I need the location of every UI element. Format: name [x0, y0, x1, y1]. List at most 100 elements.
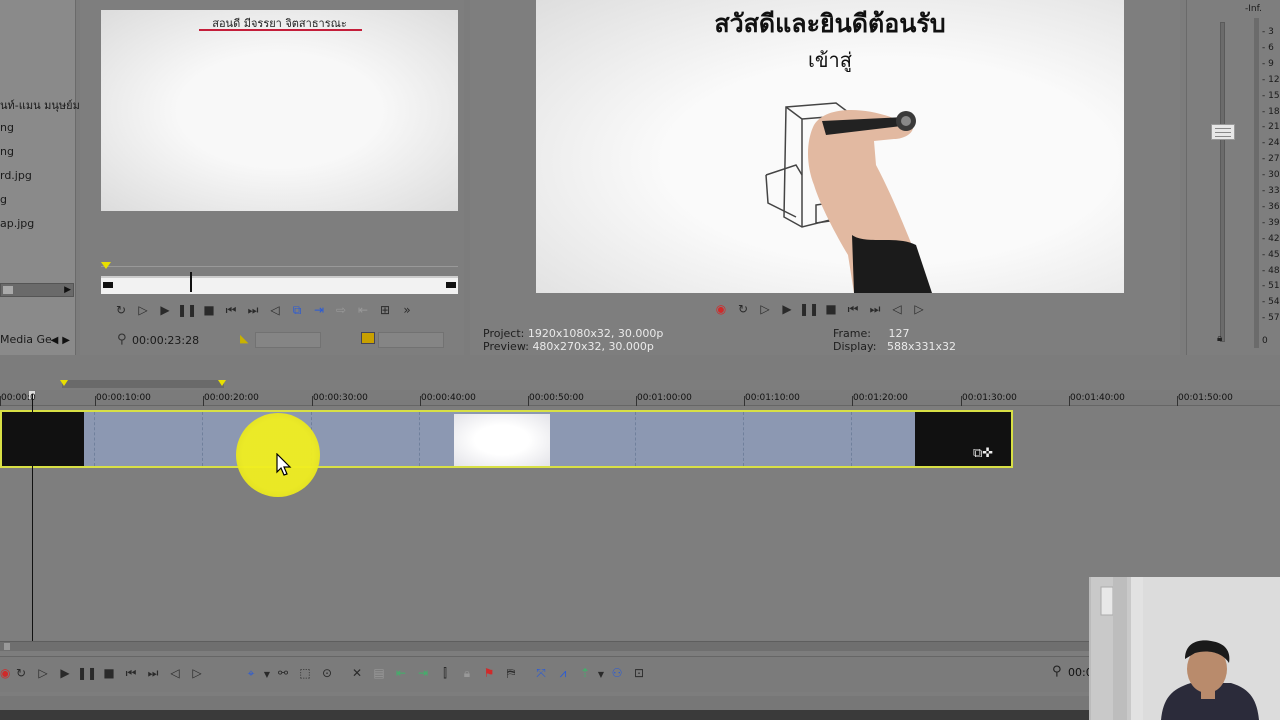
project-info: Project: 1920x1080x32, 30.000p Preview: …	[483, 327, 663, 353]
auto-crossfade-icon[interactable]: ⩘	[552, 663, 574, 683]
tab-scroll-arrows-icon[interactable]: ◀▶	[51, 335, 74, 346]
selection-length-field[interactable]	[378, 332, 444, 348]
prev-frame-icon[interactable]: ◁	[886, 299, 908, 319]
media-file-item[interactable]: ng	[0, 145, 14, 158]
ruler-label: 00:01:40:00	[1070, 393, 1125, 403]
selection-start-field[interactable]	[255, 332, 321, 348]
prev-icon[interactable]: ⏮	[120, 663, 142, 683]
display-label: Display:	[833, 340, 877, 353]
master-fader-track[interactable]	[1220, 22, 1225, 342]
dropdown-icon[interactable]: ▼	[596, 665, 606, 685]
loop-icon[interactable]: ↻	[10, 663, 32, 683]
media-file-item[interactable]: ng	[0, 121, 14, 134]
video-event-clip[interactable]	[0, 410, 1013, 468]
next-icon[interactable]: ⏭	[864, 299, 886, 319]
clip-fx-icons[interactable]: ⧉✜	[973, 446, 993, 461]
scrollbar-thumb[interactable]	[3, 286, 13, 294]
ignore-grouping-icon[interactable]: ⊡	[628, 663, 650, 683]
meter-tick-label: - 48	[1262, 265, 1280, 276]
lock-envelopes-icon[interactable]: ⚇	[606, 663, 628, 683]
trim-start-icon[interactable]: ⇤	[390, 663, 412, 683]
tab-label: Media Ge	[0, 333, 52, 346]
ripple-icon[interactable]: ⇡	[574, 663, 596, 683]
play-icon[interactable]: ▶	[776, 299, 798, 319]
scroll-right-icon[interactable]: ▶	[64, 285, 71, 295]
selection-start-icon: ◣	[240, 332, 249, 345]
meter-peak-label: -Inf.	[1245, 4, 1262, 14]
loop-icon[interactable]: ↻	[110, 300, 132, 320]
record-icon[interactable]: ◉	[710, 299, 732, 319]
snapping-icon[interactable]: ⤧	[530, 663, 552, 683]
timeline-horizontal-scrollbar[interactable]	[0, 641, 1090, 651]
marker-icon[interactable]: ⚑	[478, 663, 500, 683]
tab-media-generators[interactable]: Media Ge ◀▶	[0, 333, 76, 351]
play-icon[interactable]: ▶	[54, 663, 76, 683]
trimmer-timeline-strip[interactable]	[101, 272, 458, 294]
track-area[interactable]	[0, 470, 1280, 640]
meter-tick-label: - 27	[1262, 154, 1280, 165]
next-frame-icon[interactable]: ▷	[186, 663, 208, 683]
pin-icon[interactable]: ⚲	[117, 332, 127, 347]
dropdown-icon[interactable]: ▼	[262, 665, 272, 685]
overwrite-icon[interactable]: ⇤	[352, 300, 374, 320]
event-pan-crop-icon[interactable]: ⧉	[973, 446, 982, 461]
media-file-item[interactable]: ap.jpg	[0, 217, 34, 230]
add-to-timeline-icon[interactable]: ⇥	[308, 300, 330, 320]
scrollbar-thumb[interactable]	[4, 643, 10, 650]
project-value: 1920x1080x32, 30.000p	[527, 327, 664, 340]
prev-frame-icon[interactable]: ◁	[164, 663, 186, 683]
split-icon[interactable]: ⫿	[434, 663, 456, 683]
next-icon[interactable]: ⏭	[142, 663, 164, 683]
delete-icon[interactable]: ✕	[346, 663, 368, 683]
media-file-item[interactable]: นท์-แมน มนุษย์ม	[0, 96, 80, 114]
region-icon[interactable]: ⛿	[500, 663, 522, 683]
preview-welcome-text: สวัสดีและยินดีต้อนรับ	[714, 9, 946, 38]
stop-icon[interactable]: ■	[98, 663, 120, 683]
prev-icon[interactable]: ⏮	[220, 300, 242, 320]
normal-edit-tool-icon[interactable]: ⌖	[240, 663, 262, 683]
play-from-start-icon[interactable]: ▷	[132, 300, 154, 320]
pause-icon[interactable]: ❚❚	[76, 663, 98, 683]
play-from-start-icon[interactable]: ▷	[754, 299, 776, 319]
pause-icon[interactable]: ❚❚	[798, 299, 820, 319]
prev-frame-icon[interactable]: ◁	[264, 300, 286, 320]
next-frame-icon[interactable]: ▷	[908, 299, 930, 319]
next-icon[interactable]: ⏭	[242, 300, 264, 320]
stop-icon[interactable]: ■	[820, 299, 842, 319]
timeline-playhead[interactable]	[32, 394, 33, 642]
loop-end-marker[interactable]	[218, 380, 226, 386]
pause-icon[interactable]: ❚❚	[176, 300, 198, 320]
lock-icon[interactable]: 🔒︎	[456, 663, 478, 683]
trimmer-playhead[interactable]	[190, 272, 192, 292]
play-icon[interactable]: ▶	[154, 300, 176, 320]
preview-welcome-sub: เข้าสู่	[808, 48, 852, 72]
zoom-tool-icon[interactable]: ⊙	[316, 663, 338, 683]
create-region-icon[interactable]: ⧉	[286, 300, 308, 320]
envelope-tool-icon[interactable]: ⚯	[272, 663, 294, 683]
lock-icon[interactable]: 🔒︎	[1217, 333, 1222, 344]
prev-icon[interactable]: ⏮	[842, 299, 864, 319]
trim-end-icon[interactable]: ⇥	[412, 663, 434, 683]
explorer-scrollbar[interactable]: ▶	[0, 283, 74, 297]
media-file-item[interactable]: rd.jpg	[0, 169, 32, 182]
stop-icon[interactable]: ■	[198, 300, 220, 320]
webcam-overlay	[1089, 577, 1280, 720]
fit-icon[interactable]: ⊞	[374, 300, 396, 320]
event-fx-icon[interactable]: ✜	[982, 446, 993, 461]
trimmer-in-marker[interactable]	[101, 262, 111, 269]
selection-tool-icon[interactable]: ⬚	[294, 663, 316, 683]
trimmer-ruler[interactable]	[101, 262, 458, 274]
clip-black-segment	[2, 412, 84, 466]
more-icon[interactable]: »	[396, 300, 418, 320]
master-fader-handle[interactable]	[1211, 124, 1235, 140]
media-file-item[interactable]: g	[0, 193, 7, 206]
trim-icon[interactable]: ▤	[368, 663, 390, 683]
loop-region-bar[interactable]	[60, 380, 226, 388]
loop-start-marker[interactable]	[60, 380, 68, 386]
loop-icon[interactable]: ↻	[732, 299, 754, 319]
pin-icon[interactable]: ⚲	[1052, 664, 1062, 679]
insert-icon[interactable]: ⇨	[330, 300, 352, 320]
record-icon[interactable]: ◉	[0, 663, 10, 683]
play-from-start-icon[interactable]: ▷	[32, 663, 54, 683]
project-label: Project:	[483, 327, 525, 340]
